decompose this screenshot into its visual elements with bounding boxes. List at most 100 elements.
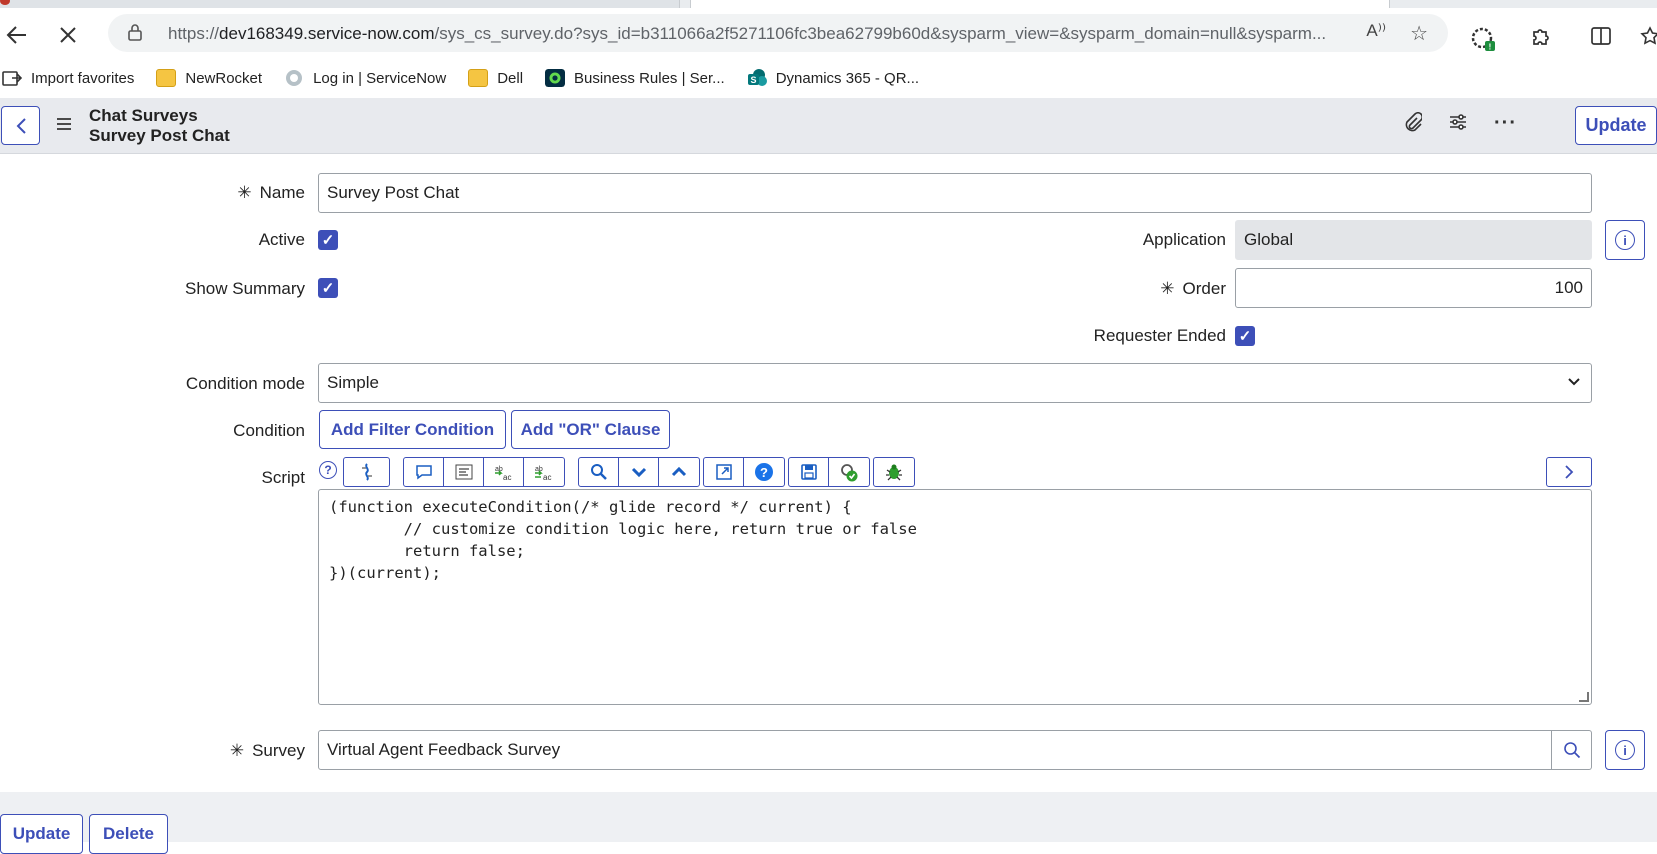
toggle-syntax-highlight-icon[interactable] — [344, 458, 389, 486]
chevron-left-icon — [16, 117, 26, 134]
survey-lookup-button[interactable] — [1552, 730, 1592, 770]
context-menu-icon[interactable] — [56, 115, 72, 136]
personalize-form-icon[interactable] — [1448, 112, 1468, 140]
survey-info-button[interactable]: i — [1605, 730, 1645, 770]
code-line: // customize condition logic here, retur… — [329, 520, 917, 538]
required-asterisk-icon: ✳ — [237, 183, 252, 202]
record-name: Survey Post Chat — [89, 126, 230, 145]
chevron-right-icon — [1565, 465, 1574, 479]
active-checkbox[interactable]: ✓ — [318, 230, 338, 250]
sharepoint-icon: S — [747, 69, 767, 86]
bookmark-label: Dynamics 365 - QR... — [775, 69, 920, 87]
url-field[interactable]: https://dev168349.service-now.com/sys_cs… — [108, 14, 1448, 52]
svg-text:!: ! — [1489, 43, 1492, 52]
bookmark-label: Dell — [497, 69, 524, 87]
find-next-icon[interactable] — [619, 458, 659, 486]
requester-ended-checkbox[interactable]: ✓ — [1235, 326, 1255, 346]
validate-script-icon[interactable] — [829, 458, 869, 486]
replace-icon[interactable]: ab ac — [484, 458, 524, 486]
script-help-icon[interactable]: ? — [319, 461, 337, 479]
toggle-comment-icon[interactable] — [404, 458, 444, 486]
read-aloud-icon[interactable]: A⁾⁾ — [1366, 21, 1386, 46]
table-name: Chat Surveys — [89, 106, 198, 125]
update-button[interactable]: Update — [0, 814, 83, 854]
url-text[interactable]: https://dev168349.service-now.com/sys_cs… — [168, 24, 1358, 44]
bookmark-import-favorites[interactable]: Import favorites — [2, 69, 134, 87]
bookmark-business-rules[interactable]: Business Rules | Ser... — [545, 69, 725, 87]
script-toolbar-group-2: ab ac ab ac — [403, 457, 565, 487]
more-options-icon[interactable]: ··· — [1494, 112, 1517, 140]
bookmark-dell[interactable]: Dell — [468, 69, 523, 87]
url-path: /sys_cs_survey.do?sys_id=b311066a2f52711… — [434, 24, 1327, 43]
update-button-header[interactable]: Update — [1575, 106, 1657, 145]
browser-tab-inactive[interactable] — [0, 0, 680, 8]
add-filter-condition-button[interactable]: Add Filter Condition — [319, 410, 506, 449]
folder-icon — [468, 69, 489, 87]
search-icon — [1563, 742, 1580, 759]
script-toolbar-group-4: ? — [703, 457, 785, 487]
tab-favicon — [0, 0, 10, 5]
fullscreen-icon[interactable] — [704, 458, 744, 486]
bookmark-label: Business Rules | Ser... — [574, 69, 725, 87]
extension-loading-icon[interactable]: ! — [1470, 26, 1496, 58]
format-code-icon[interactable] — [444, 458, 484, 486]
expand-editor-button[interactable] — [1546, 457, 1592, 487]
url-host: dev168349.service-now.com — [219, 24, 435, 43]
order-label: ✳ Order — [1160, 279, 1226, 298]
bookmark-newrocket[interactable]: NewRocket — [156, 69, 262, 87]
script-toolbar-group-1 — [343, 457, 390, 487]
attachment-icon[interactable] — [1404, 111, 1424, 140]
survey-reference-field[interactable]: Virtual Agent Feedback Survey — [318, 730, 1552, 770]
find-previous-icon[interactable] — [659, 458, 699, 486]
script-label: Script — [261, 468, 305, 487]
requester-ended-label: Requester Ended — [1093, 326, 1226, 345]
form-footer: Update Delete — [0, 792, 1657, 854]
split-screen-icon[interactable] — [1590, 26, 1612, 52]
lock-icon[interactable] — [128, 23, 142, 41]
browser-tab-active[interactable] — [690, 0, 1390, 8]
condition-mode-label: Condition mode — [185, 374, 305, 393]
folder-icon — [156, 69, 177, 87]
favorites-icon[interactable] — [1640, 26, 1657, 54]
resize-handle-icon[interactable] — [1579, 692, 1589, 702]
bookmark-dynamics-365[interactable]: S Dynamics 365 - QR... — [747, 69, 919, 87]
script-toolbar-group-5 — [788, 457, 870, 487]
help-icon[interactable]: ? — [744, 458, 784, 486]
add-or-clause-button[interactable]: Add "OR" Clause — [511, 410, 670, 449]
application-label: Application — [1142, 230, 1226, 249]
back-arrow-icon[interactable] — [2, 20, 32, 50]
show-summary-label: Show Summary — [185, 279, 305, 298]
save-icon[interactable] — [789, 458, 829, 486]
favorite-star-icon[interactable]: ☆ — [1410, 21, 1428, 46]
info-icon: i — [1615, 740, 1635, 760]
script-debugger-icon[interactable] — [874, 458, 914, 486]
search-icon[interactable] — [579, 458, 619, 486]
replace-all-icon[interactable]: ab ac — [524, 458, 564, 486]
required-asterisk-icon: ✳ — [229, 741, 245, 760]
show-summary-checkbox[interactable]: ✓ — [318, 278, 338, 298]
stop-loading-icon[interactable] — [53, 20, 83, 50]
form-header: Chat Surveys Survey Post Chat ··· Update — [0, 98, 1657, 154]
survey-label: ✳ Survey — [229, 741, 305, 760]
extensions-puzzle-icon[interactable] — [1530, 26, 1552, 54]
code-line: return false; — [329, 542, 525, 560]
svg-text:?: ? — [760, 465, 768, 480]
url-prefix: https:// — [168, 24, 220, 43]
application-info-button[interactable]: i — [1605, 220, 1645, 260]
servicenow-icon — [286, 70, 303, 86]
order-field[interactable]: 100 — [1235, 268, 1592, 308]
script-editor[interactable]: (function executeCondition(/* glide reco… — [318, 489, 1592, 705]
condition-mode-select[interactable]: Simple — [318, 363, 1592, 403]
name-field[interactable]: Survey Post Chat — [318, 173, 1592, 213]
bookmark-servicenow-login[interactable]: Log in | ServiceNow — [284, 69, 446, 87]
active-label: Active — [258, 230, 305, 249]
import-icon — [2, 71, 22, 86]
code-line: })(current); — [329, 564, 441, 582]
script-toolbar-group-6 — [873, 457, 915, 487]
delete-button[interactable]: Delete — [89, 814, 168, 854]
bookmarks-bar: Import favorites NewRocket Log in | Serv… — [0, 58, 1657, 98]
name-label: ✳ Name — [237, 183, 305, 202]
chevron-down-icon — [1568, 378, 1580, 386]
back-button[interactable] — [1, 106, 40, 145]
svg-text:S: S — [750, 75, 756, 85]
